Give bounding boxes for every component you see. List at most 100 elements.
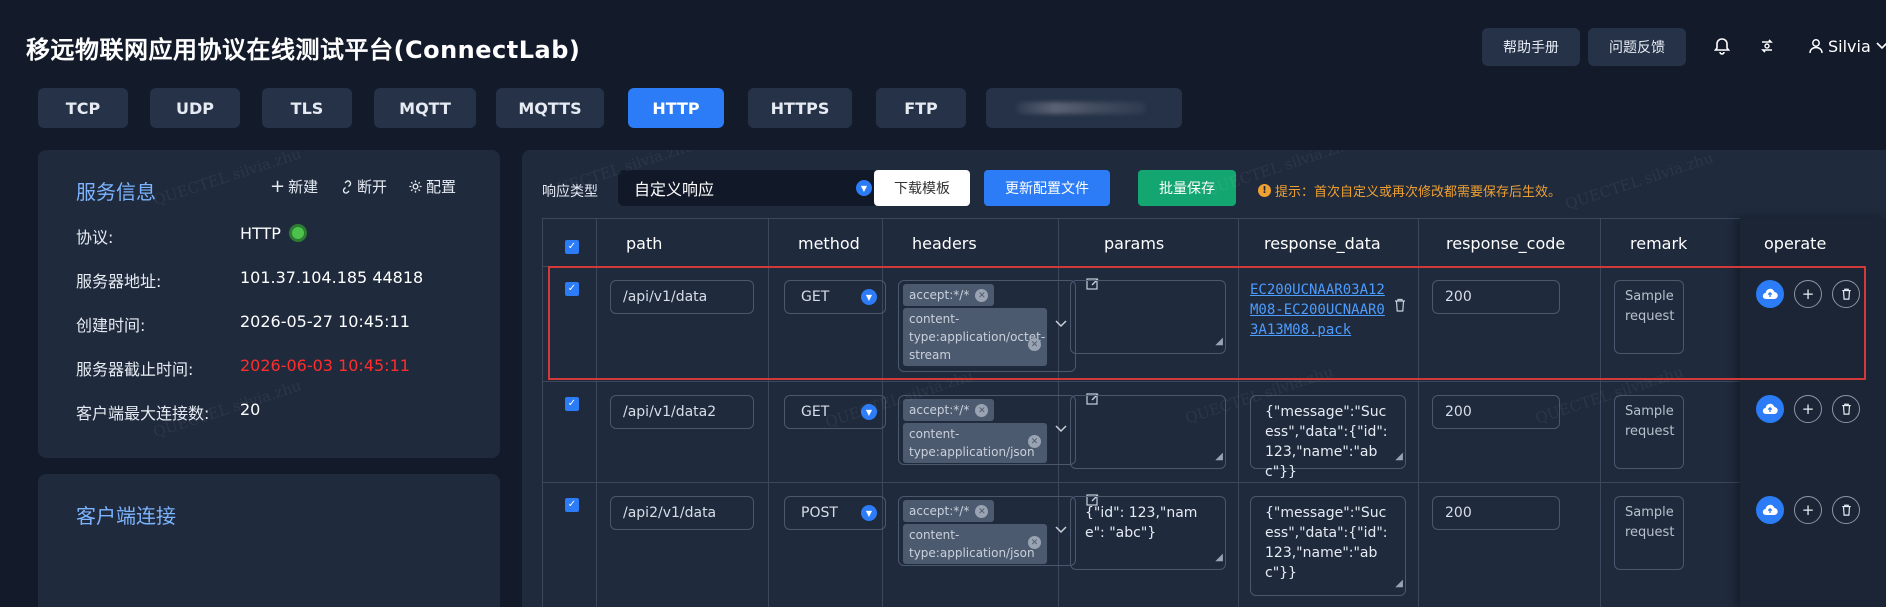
gear-icon <box>409 180 422 193</box>
disconnect-button[interactable]: 断开 <box>340 176 387 197</box>
header-tag: content-type:application/octet-stream ✕ <box>903 308 1047 366</box>
tab-tls[interactable]: TLS <box>262 88 352 128</box>
chevron-down-icon: ▼ <box>861 404 877 420</box>
header-tag: content-type:application/json ✕ <box>903 524 1047 564</box>
column-header-operate: operate <box>1764 234 1827 253</box>
row-checkbox[interactable]: ✓ <box>565 397 579 411</box>
response-code-input[interactable]: 200 <box>1432 395 1560 429</box>
service-info-title: 服务信息 <box>76 180 156 204</box>
params-textarea[interactable]: ◢ <box>1070 280 1226 354</box>
add-row-button[interactable]: + <box>1794 280 1822 308</box>
row-checkbox[interactable]: ✓ <box>565 282 579 296</box>
resize-grip-icon[interactable]: ◢ <box>1215 332 1223 352</box>
response-data-textarea[interactable]: {"message":"Sucess","data":{"id":123,"na… <box>1250 395 1406 480</box>
tab-tcp[interactable]: TCP <box>38 88 128 128</box>
method-select[interactable]: POST ▼ <box>784 496 886 530</box>
close-icon[interactable]: ✕ <box>975 404 989 417</box>
select-all-checkbox[interactable]: ✓ <box>565 240 579 254</box>
switch-icon[interactable] <box>1755 34 1779 58</box>
tab-mqtts[interactable]: MQTTS <box>496 88 604 128</box>
headers-select[interactable]: accept:*/* ✕ content-type:application/jso… <box>898 496 1076 566</box>
header-tag: accept:*/* ✕ <box>903 500 995 522</box>
app-title: 移远物联网应用协议在线测试平台(ConnectLab) <box>26 36 581 64</box>
created-time-label: 创建时间: <box>76 316 146 335</box>
remark-textarea[interactable]: Sample request <box>1614 496 1684 570</box>
tab-redacted[interactable] <box>986 88 1182 128</box>
response-code-input[interactable]: 200 <box>1432 280 1560 314</box>
tip-text: 提示：首次自定义或再次修改都需要保存后生效。 <box>1275 185 1562 200</box>
service-info-panel: 服务信息 + 新建 断开 配置 协议: HTTP 服务器地址: 101.37.1… <box>38 150 500 458</box>
add-row-button[interactable]: + <box>1794 496 1822 524</box>
chevron-down-icon: ▼ <box>861 505 877 521</box>
response-file-link[interactable]: EC200UCNAAR03A12M08-EC200UCNAAR03A13M08.… <box>1250 280 1392 340</box>
delete-row-button[interactable] <box>1832 395 1860 423</box>
column-header-response-data: response_data <box>1264 234 1381 253</box>
tab-mqtt[interactable]: MQTT <box>374 88 476 128</box>
feedback-button[interactable]: 问题反馈 <box>1588 28 1686 66</box>
method-select[interactable]: GET ▼ <box>784 280 886 314</box>
close-icon[interactable]: ✕ <box>1028 435 1041 448</box>
path-input[interactable]: /api2/v1/data <box>610 496 754 530</box>
resize-grip-icon[interactable]: ◢ <box>1215 447 1223 467</box>
add-row-button[interactable]: + <box>1794 395 1822 423</box>
new-button[interactable]: + 新建 <box>270 176 318 197</box>
help-manual-button[interactable]: 帮助手册 <box>1482 28 1580 66</box>
close-icon[interactable]: ✕ <box>1028 536 1041 549</box>
info-icon: ! <box>1258 184 1271 197</box>
chevron-down-icon <box>1876 42 1886 50</box>
config-button[interactable]: 配置 <box>408 176 456 197</box>
cloud-upload-icon[interactable] <box>1756 496 1784 524</box>
path-input[interactable]: /api/v1/data <box>610 280 754 314</box>
params-textarea[interactable]: ◢ <box>1070 395 1226 469</box>
response-code-input[interactable]: 200 <box>1432 496 1560 530</box>
response-config-panel: 响应类型 自定义响应 ▼ 下载模板 更新配置文件 批量保存 ! 提示：首次自定义… <box>522 150 1886 607</box>
operate-column: operate + + + <box>1740 218 1886 607</box>
delete-row-button[interactable] <box>1832 280 1860 308</box>
close-icon[interactable]: ✕ <box>1028 338 1041 351</box>
user-name: Silvia <box>1828 36 1871 56</box>
trash-icon <box>1841 288 1851 300</box>
cloud-upload-icon[interactable] <box>1756 395 1784 423</box>
column-header-remark: remark <box>1630 234 1688 253</box>
plus-icon: + <box>1801 285 1815 303</box>
disconnect-label: 断开 <box>357 178 388 196</box>
resize-grip-icon[interactable]: ◢ <box>1215 548 1223 568</box>
close-icon[interactable]: ✕ <box>975 289 989 302</box>
tab-udp[interactable]: UDP <box>150 88 240 128</box>
update-config-button[interactable]: 更新配置文件 <box>984 170 1110 206</box>
tip-message: ! 提示：首次自定义或再次修改都需要保存后生效。 <box>1258 181 1561 200</box>
params-textarea[interactable]: {"id": 123,"name": "abc"} ◢ <box>1070 496 1226 570</box>
close-icon[interactable]: ✕ <box>975 505 989 518</box>
client-connection-title: 客户端连接 <box>76 504 176 528</box>
delete-row-button[interactable] <box>1832 496 1860 524</box>
column-header-headers: headers <box>912 234 977 253</box>
response-type-select[interactable]: 自定义响应 ▼ <box>618 170 884 206</box>
response-data-textarea[interactable]: {"message":"Sucess","data":{"id":123,"na… <box>1250 496 1406 596</box>
remark-textarea[interactable]: Sample request <box>1614 280 1684 354</box>
row-checkbox[interactable]: ✓ <box>565 498 579 512</box>
chevron-down-icon <box>1055 523 1067 537</box>
tab-http[interactable]: HTTP <box>628 88 724 128</box>
response-table: ✓ path method headers params response_da… <box>542 218 1886 607</box>
method-select[interactable]: GET ▼ <box>784 395 886 429</box>
batch-save-button[interactable]: 批量保存 <box>1138 170 1236 206</box>
tab-https[interactable]: HTTPS <box>748 88 852 128</box>
headers-select[interactable]: accept:*/* ✕ content-type:application/oct… <box>898 280 1076 372</box>
header-tag: accept:*/* ✕ <box>903 284 995 306</box>
trash-icon[interactable] <box>1394 298 1406 316</box>
remark-textarea[interactable]: Sample request <box>1614 395 1684 469</box>
column-header-response-code: response_code <box>1446 234 1566 253</box>
bell-icon[interactable] <box>1710 34 1734 58</box>
expiry-time-label: 服务器截止时间: <box>76 360 194 379</box>
path-input[interactable]: /api/v1/data2 <box>610 395 754 429</box>
headers-select[interactable]: accept:*/* ✕ content-type:application/jso… <box>898 395 1076 465</box>
header-tag: content-type:application/json ✕ <box>903 423 1047 463</box>
response-type-label: 响应类型 <box>542 184 598 200</box>
user-menu[interactable]: Silvia <box>1808 34 1886 58</box>
resize-grip-icon[interactable]: ◢ <box>1395 574 1403 594</box>
resize-grip-icon[interactable]: ◢ <box>1395 447 1403 467</box>
tab-ftp[interactable]: FTP <box>876 88 966 128</box>
download-template-button[interactable]: 下载模板 <box>874 170 970 206</box>
cloud-upload-icon[interactable] <box>1756 280 1784 308</box>
watermark: QUECTEL silvia.zhu <box>1563 150 1716 214</box>
